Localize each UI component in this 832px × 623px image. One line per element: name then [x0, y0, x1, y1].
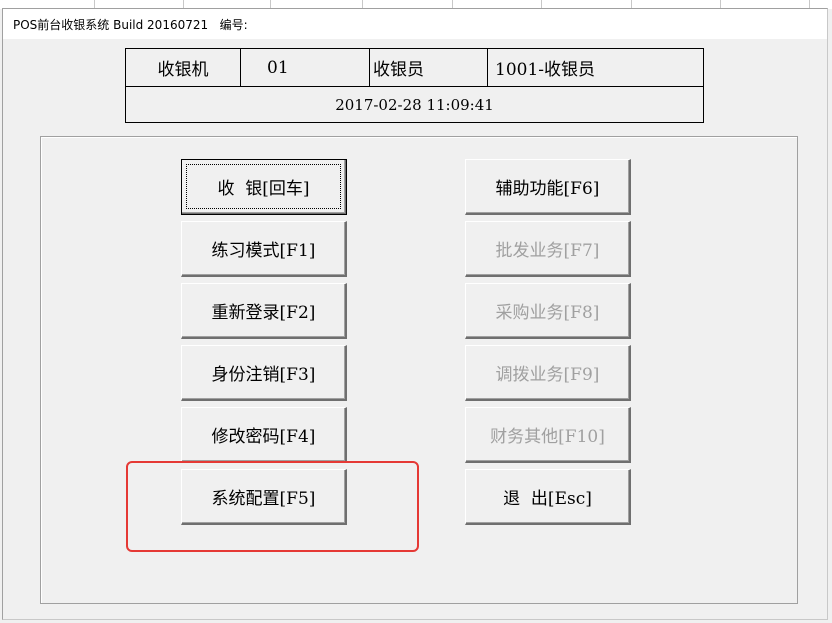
finance-other-button: 财务其他[F10] [465, 407, 631, 463]
highlight-annotation [126, 461, 419, 552]
datetime-row: 2017-02-28 11:09:41 [126, 86, 703, 122]
cashier-info-table: 收银机 01 收银员 1001-收银员 2017-02-28 11:09:41 [125, 48, 704, 123]
purchasing-button: 采购业务[F8] [465, 283, 631, 339]
machine-label-cell: 收银机 [126, 49, 241, 86]
machine-value-cell: 01 [241, 49, 370, 86]
wholesale-button: 批发业务[F7] [465, 221, 631, 277]
cashier-label-cell: 收银员 [370, 49, 488, 86]
datetime-display: 2017-02-28 11:09:41 [335, 95, 494, 114]
exit-button[interactable]: 退 出[Esc] [465, 469, 631, 525]
machine-label: 收银机 [157, 60, 209, 80]
relogin-button[interactable]: 重新登录[F2] [181, 283, 347, 339]
logout-button[interactable]: 身份注销[F3] [181, 345, 347, 401]
pos-main-window: POS前台收银系统 Build 20160721 编号: 收银机 01 收银员 … [2, 8, 828, 620]
window-title: POS前台收银系统 Build 20160721 编号: [13, 18, 248, 32]
practice-mode-button[interactable]: 练习模式[F1] [181, 221, 347, 277]
cashier-label: 收银员 [373, 60, 424, 80]
checkout-button[interactable]: 收 银[回车] [181, 159, 347, 215]
auxiliary-functions-button[interactable]: 辅助功能[F6] [465, 159, 631, 215]
transfer-button: 调拨业务[F9] [465, 345, 631, 401]
change-password-button[interactable]: 修改密码[F4] [181, 407, 347, 463]
cashier-value: 1001-收银员 [495, 60, 596, 80]
title-bar: POS前台收银系统 Build 20160721 编号: [3, 9, 827, 39]
cashier-value-cell: 1001-收银员 [488, 49, 703, 86]
machine-value: 01 [267, 57, 289, 78]
